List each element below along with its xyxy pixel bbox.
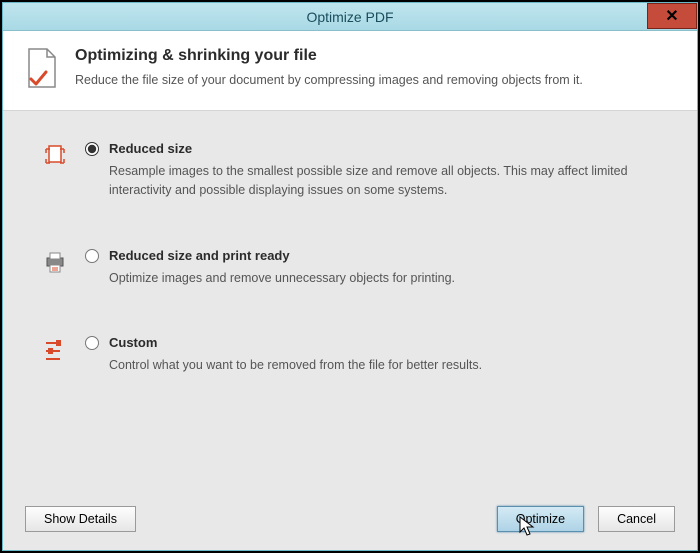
show-details-button[interactable]: Show Details [25,506,136,532]
option-custom: Custom Control what you want to be remov… [43,335,657,375]
option-print-ready-click[interactable]: Reduced size and print ready Optimize im… [109,248,657,288]
option-description: Optimize images and remove unnecessary o… [109,269,657,288]
option-label: Reduced size and print ready [109,248,657,263]
option-reduced-size-click[interactable]: Reduced size Resample images to the smal… [109,141,657,200]
radio-reduced-size[interactable] [85,142,99,156]
option-label: Custom [109,335,657,350]
cancel-button[interactable]: Cancel [598,506,675,532]
close-icon: ✕ [665,6,678,26]
dialog-heading: Optimizing & shrinking your file [75,47,583,65]
close-button[interactable]: ✕ [647,3,697,29]
printer-icon [43,248,67,288]
dialog-header: Optimizing & shrinking your file Reduce … [3,31,697,111]
compress-page-icon [43,141,67,200]
radio-custom[interactable] [85,336,99,350]
option-print-ready: Reduced size and print ready Optimize im… [43,248,657,288]
window-title: Optimize PDF [3,9,697,25]
option-description: Resample images to the smallest possible… [109,162,657,200]
optimize-pdf-dialog: Optimize PDF ✕ Optimizing & shrinking yo… [2,2,698,551]
radio-print-ready[interactable] [85,249,99,263]
dialog-body: Reduced size Resample images to the smal… [3,111,697,494]
dialog-subheading: Reduce the file size of your document by… [75,73,583,87]
sliders-icon [43,335,67,375]
option-label: Reduced size [109,141,657,156]
titlebar: Optimize PDF ✕ [3,3,697,31]
dialog-footer: Show Details Optimize Cancel [3,494,697,550]
document-check-icon [25,47,59,92]
option-reduced-size: Reduced size Resample images to the smal… [43,141,657,200]
option-description: Control what you want to be removed from… [109,356,657,375]
optimize-button[interactable]: Optimize [497,506,584,532]
option-custom-click[interactable]: Custom Control what you want to be remov… [109,335,657,375]
